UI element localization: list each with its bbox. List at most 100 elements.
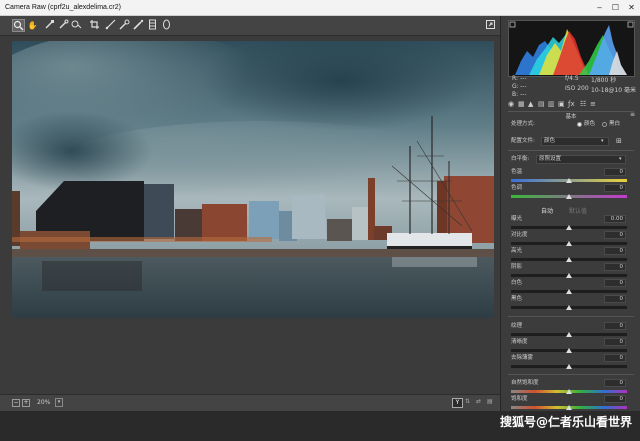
contrast-value[interactable]: 0 bbox=[604, 231, 626, 239]
lens-tab-icon[interactable]: ▣ bbox=[558, 100, 565, 108]
crop-icon[interactable] bbox=[88, 19, 101, 32]
zoom-icon[interactable] bbox=[12, 19, 25, 32]
vibrance-slider-thumb[interactable] bbox=[566, 389, 572, 394]
tint-slider-thumb[interactable] bbox=[566, 194, 572, 199]
exposure-value[interactable]: 0.00 bbox=[604, 215, 626, 223]
zoom-out-button[interactable]: − bbox=[12, 399, 20, 407]
saturation-slider[interactable] bbox=[511, 405, 627, 410]
profile-browser-icon[interactable]: ⊞ bbox=[616, 137, 622, 146]
radial-filter-icon[interactable] bbox=[160, 19, 173, 32]
basic-tab-icon[interactable]: ◉ bbox=[508, 100, 514, 108]
fullscreen-icon[interactable] bbox=[484, 19, 497, 32]
status-bar: − + 20% ▾ Y ⇅ ⇄ ▤ bbox=[0, 394, 500, 411]
shadows-slider-thumb[interactable] bbox=[566, 273, 572, 278]
panel-menu-icon[interactable]: ≡ bbox=[630, 111, 635, 118]
vibrance-value[interactable]: 0 bbox=[604, 379, 626, 387]
saturation-value[interactable]: 0 bbox=[604, 395, 626, 403]
blacks-row: 黑色 0 bbox=[511, 295, 626, 304]
clarity-row: 清晰度 0 bbox=[511, 338, 626, 347]
shadows-slider[interactable] bbox=[511, 273, 627, 278]
spot-removal-icon[interactable] bbox=[118, 19, 131, 32]
clarity-value[interactable]: 0 bbox=[604, 338, 626, 346]
split-toning-tab-icon[interactable]: ▥ bbox=[548, 100, 555, 108]
temp-row: 色温 0 bbox=[511, 168, 626, 177]
panel-tabs: ◉ ▦ ▲ ▤ ▥ ▣ ƒx ☷ ≡ bbox=[505, 100, 637, 110]
tint-label: 色调 bbox=[511, 185, 523, 191]
blacks-slider[interactable] bbox=[511, 305, 627, 310]
before-after-button[interactable]: Y bbox=[452, 398, 463, 408]
whites-value[interactable]: 0 bbox=[604, 279, 626, 287]
photo-preview[interactable] bbox=[12, 41, 494, 318]
wb-select[interactable]: 原照设置 bbox=[536, 155, 626, 164]
contrast-slider-thumb[interactable] bbox=[566, 241, 572, 246]
profile-row: 配置文件: 颜色 ▾ ⊞ bbox=[511, 137, 626, 146]
process-bw-radio[interactable] bbox=[602, 122, 607, 127]
dehaze-slider-thumb[interactable] bbox=[566, 364, 572, 369]
temp-value[interactable]: 0 bbox=[604, 168, 626, 176]
dehaze-slider[interactable] bbox=[511, 364, 627, 369]
auto-button[interactable]: 自动 bbox=[541, 206, 553, 215]
swap-icon[interactable]: ⇅ bbox=[465, 398, 474, 408]
exposure-slider-thumb[interactable] bbox=[566, 225, 572, 230]
hand-icon[interactable]: ✋ bbox=[26, 19, 39, 32]
clarity-slider[interactable] bbox=[511, 348, 627, 353]
tint-slider[interactable] bbox=[511, 194, 627, 199]
rgb-r-label: R: bbox=[512, 75, 519, 82]
presets-tab-icon[interactable]: ≡ bbox=[590, 100, 596, 108]
highlights-value[interactable]: 0 bbox=[604, 247, 626, 255]
clarity-slider-thumb[interactable] bbox=[566, 348, 572, 353]
copy-settings-icon[interactable]: ⇄ bbox=[476, 398, 485, 408]
zoom-dropdown-icon[interactable]: ▾ bbox=[55, 398, 63, 407]
straighten-icon[interactable] bbox=[104, 19, 117, 32]
process-color-radio[interactable] bbox=[577, 122, 582, 127]
texture-label: 纹理 bbox=[511, 323, 523, 329]
whites-slider[interactable] bbox=[511, 289, 627, 294]
zoom-in-button[interactable]: + bbox=[22, 399, 30, 407]
texture-slider[interactable] bbox=[511, 332, 627, 337]
default-button[interactable]: 默认值 bbox=[569, 206, 587, 215]
maximize-icon[interactable]: ☐ bbox=[608, 0, 623, 16]
red-eye-icon[interactable] bbox=[132, 19, 145, 32]
calibration-tab-icon[interactable]: ☷ bbox=[580, 100, 586, 108]
close-icon[interactable]: ✕ bbox=[624, 0, 639, 16]
process-label: 处理方式: bbox=[511, 121, 535, 127]
white-balance-icon[interactable] bbox=[43, 19, 56, 32]
temp-slider-thumb[interactable] bbox=[566, 178, 572, 183]
blacks-slider-thumb[interactable] bbox=[566, 305, 572, 310]
contrast-slider[interactable] bbox=[511, 241, 627, 246]
blacks-value[interactable]: 0 bbox=[604, 295, 626, 303]
highlights-row: 高光 0 bbox=[511, 247, 626, 256]
process-row: 处理方式: 颜色 黑白 bbox=[511, 120, 626, 129]
texture-slider-thumb[interactable] bbox=[566, 332, 572, 337]
saturation-slider-thumb[interactable] bbox=[566, 405, 572, 410]
dehaze-value[interactable]: 0 bbox=[604, 354, 626, 362]
effects-tab-icon[interactable]: ƒx bbox=[568, 100, 575, 108]
contrast-row: 对比度 0 bbox=[511, 231, 626, 240]
hsl-tab-icon[interactable]: ▤ bbox=[538, 100, 545, 108]
rgb-g-label: G: bbox=[512, 83, 519, 90]
tone-curve-tab-icon[interactable]: ▦ bbox=[518, 100, 525, 108]
detail-tab-icon[interactable]: ▲ bbox=[528, 100, 533, 108]
highlights-slider-thumb[interactable] bbox=[566, 257, 572, 262]
exposure-slider[interactable] bbox=[511, 225, 627, 230]
iso: ISO 200 bbox=[565, 85, 589, 92]
shadows-value[interactable]: 0 bbox=[604, 263, 626, 271]
aperture: f/4.5 bbox=[565, 75, 579, 82]
color-sampler-icon[interactable] bbox=[57, 19, 70, 32]
targeted-adjust-icon[interactable] bbox=[70, 19, 83, 32]
watermark: 搜狐号@仁者乐山看世界 bbox=[499, 415, 632, 429]
texture-value[interactable]: 0 bbox=[604, 322, 626, 330]
whites-slider-thumb[interactable] bbox=[566, 289, 572, 294]
vibrance-slider[interactable] bbox=[511, 389, 627, 394]
rgb-r-value: --- bbox=[520, 75, 527, 82]
zoom-level[interactable]: 20% bbox=[37, 399, 50, 406]
tint-value[interactable]: 0 bbox=[604, 184, 626, 192]
minimize-icon[interactable]: – bbox=[592, 0, 607, 16]
temp-slider[interactable] bbox=[511, 178, 627, 183]
profile-select[interactable]: 颜色 bbox=[541, 137, 609, 146]
toggle-settings-icon[interactable]: ▤ bbox=[487, 398, 496, 408]
highlights-slider[interactable] bbox=[511, 257, 627, 262]
graduated-filter-icon[interactable] bbox=[146, 19, 159, 32]
adjustments-panel: R: --- G: --- B: --- f/4.5 1/800 秒 ISO 2… bbox=[500, 16, 640, 411]
process-color-label: 颜色 bbox=[584, 121, 596, 127]
